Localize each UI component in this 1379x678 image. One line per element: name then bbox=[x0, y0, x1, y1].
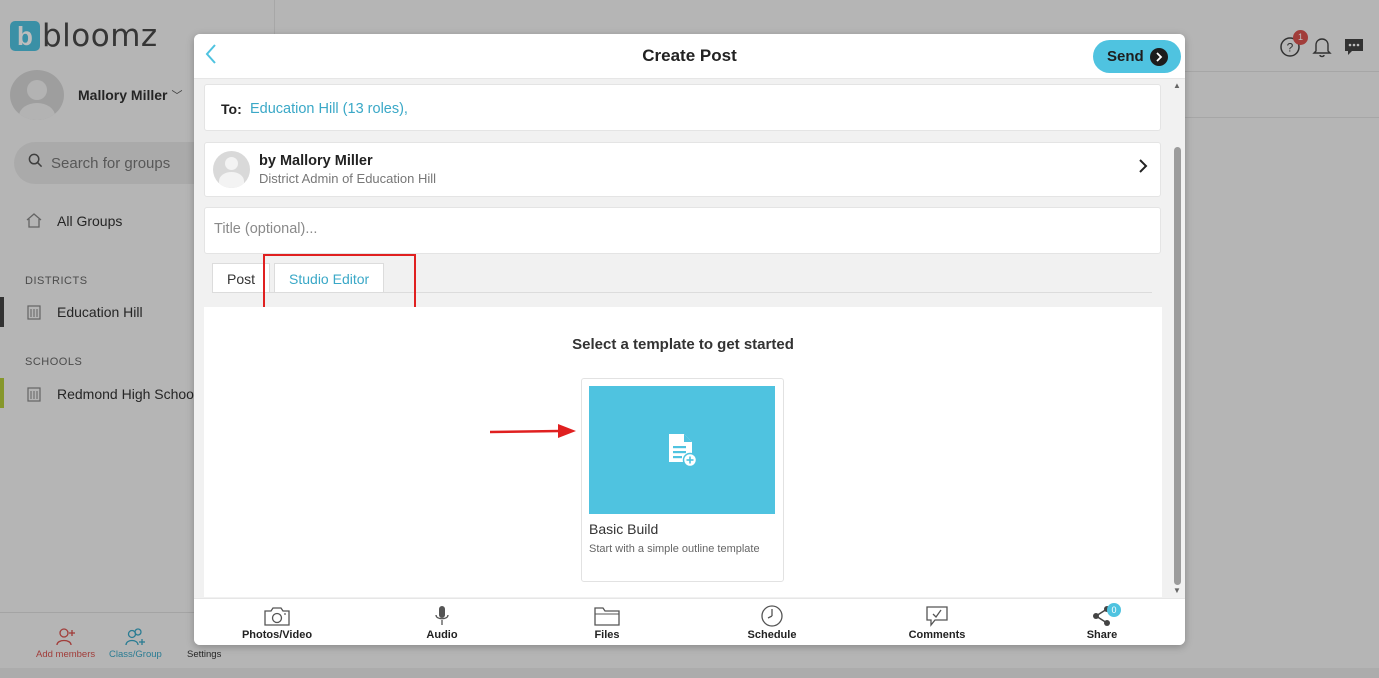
schedule-button[interactable]: Schedule bbox=[717, 603, 827, 641]
audio-button[interactable]: Audio bbox=[387, 603, 497, 641]
tool-label: Schedule bbox=[747, 629, 797, 641]
studio-heading: Select a template to get started bbox=[572, 336, 794, 353]
studio-editor-panel: Select a template to get started Basic B… bbox=[204, 307, 1162, 597]
recipients-field[interactable]: To: Education Hill (13 roles), bbox=[204, 84, 1161, 131]
create-post-modal: Create Post Send To: Education Hill (13 … bbox=[194, 34, 1185, 645]
comment-icon bbox=[882, 603, 992, 629]
author-row[interactable]: by Mallory Miller District Admin of Educ… bbox=[204, 142, 1161, 197]
scroll-up-icon[interactable]: ▲ bbox=[1173, 81, 1181, 90]
tool-label: Share bbox=[1086, 629, 1118, 641]
to-label: To: bbox=[221, 101, 242, 117]
share-icon bbox=[1047, 603, 1157, 629]
arrow-right-icon bbox=[1149, 47, 1168, 66]
chevron-right-icon bbox=[1138, 157, 1148, 180]
author-name: by Mallory Miller bbox=[259, 153, 373, 169]
document-add-icon bbox=[669, 434, 698, 468]
author-role: District Admin of Education Hill bbox=[259, 171, 437, 186]
share-count-badge: 0 bbox=[1107, 603, 1121, 617]
modal-header: Create Post Send bbox=[194, 34, 1185, 79]
tab-post[interactable]: Post bbox=[212, 263, 271, 293]
template-thumbnail bbox=[589, 386, 775, 514]
post-toolbar: Photos/Video Audio Files Schedule Commen… bbox=[194, 598, 1185, 645]
tool-label: Photos/Video bbox=[241, 629, 313, 641]
scroll-down-icon[interactable]: ▼ bbox=[1173, 586, 1181, 595]
arrow-annotation-icon bbox=[490, 424, 576, 438]
template-name: Basic Build bbox=[589, 521, 659, 537]
page-title: Create Post bbox=[642, 46, 737, 65]
folder-icon bbox=[552, 603, 662, 629]
title-field[interactable] bbox=[204, 207, 1161, 254]
highlight-box bbox=[263, 254, 416, 310]
share-button[interactable]: 0 Share bbox=[1047, 603, 1157, 641]
comments-button[interactable]: Comments bbox=[882, 603, 992, 641]
scrollbar[interactable]: ▲ ▼ bbox=[1170, 79, 1185, 598]
template-basic-build[interactable]: Basic Build Start with a simple outline … bbox=[581, 378, 784, 582]
photos-video-button[interactable]: Photos/Video bbox=[222, 603, 332, 641]
send-label: Send bbox=[1107, 48, 1144, 65]
tool-label: Files bbox=[594, 629, 620, 641]
send-button[interactable]: Send bbox=[1093, 40, 1181, 73]
files-button[interactable]: Files bbox=[552, 603, 662, 641]
tool-label: Comments bbox=[908, 629, 966, 641]
title-input[interactable] bbox=[214, 221, 1114, 237]
camera-icon bbox=[222, 603, 332, 629]
avatar bbox=[213, 151, 250, 188]
tool-label: Audio bbox=[426, 629, 458, 641]
template-description: Start with a simple outline template bbox=[589, 543, 760, 555]
clock-icon bbox=[717, 603, 827, 629]
scrollbar-thumb[interactable] bbox=[1174, 147, 1181, 585]
post-form: To: Education Hill (13 roles), by Mallor… bbox=[194, 79, 1185, 598]
microphone-icon bbox=[387, 603, 497, 629]
recipients-value[interactable]: Education Hill (13 roles), bbox=[250, 101, 408, 117]
